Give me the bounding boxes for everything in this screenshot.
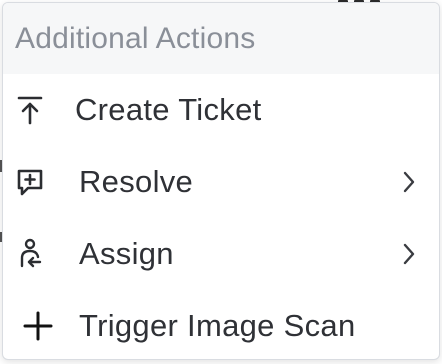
menu-item-trigger-image-scan[interactable]: Trigger Image Scan: [3, 290, 439, 359]
menu-item-assign[interactable]: Assign: [3, 218, 439, 290]
user-assign-icon: [15, 238, 45, 269]
menu-item-resolve[interactable]: Resolve: [3, 146, 439, 218]
plus-icon: [23, 311, 53, 341]
chevron-right-icon: [399, 241, 419, 267]
menu-item-label: Resolve: [79, 164, 194, 199]
message-plus-icon: [15, 167, 45, 197]
menu-header-title: Additional Actions: [15, 21, 256, 55]
menu-item-label: Trigger Image Scan: [79, 308, 356, 343]
menu-item-create-ticket[interactable]: Create Ticket: [3, 74, 439, 146]
menu-item-label: Assign: [79, 236, 174, 271]
additional-actions-menu: Additional Actions Create Ticket Resolve: [2, 2, 440, 360]
upload-arrow-icon: [15, 95, 45, 125]
chevron-right-icon: [399, 169, 419, 195]
menu-header: Additional Actions: [3, 3, 439, 74]
menu-item-label: Create Ticket: [75, 92, 262, 127]
